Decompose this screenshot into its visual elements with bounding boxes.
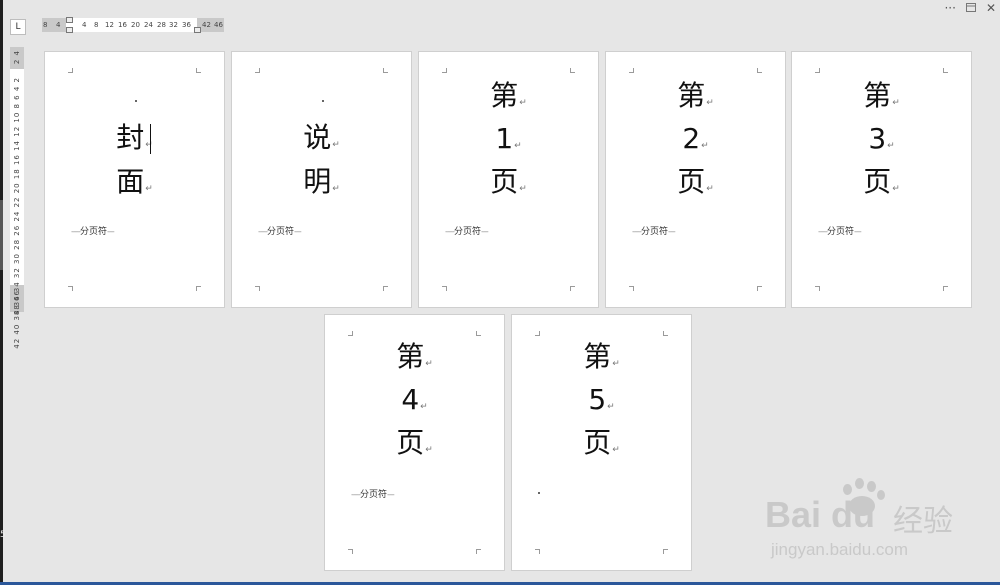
text-line[interactable]: 页↵ [325,425,504,468]
text-line[interactable]: 明↵ [232,164,411,207]
ruler-tick: 32 [169,21,178,29]
left-edge-highlight [0,200,3,270]
text-line[interactable]: 第↵ [512,339,691,382]
margin-corner-mark [663,549,668,554]
text-line[interactable]: 5↵ [512,382,691,425]
margin-corner-mark [629,68,634,73]
margin-corner-mark [476,331,481,336]
margin-corner-mark [815,286,820,291]
text-line[interactable]: 说↵ [232,120,411,163]
text-line[interactable]: 页↵ [419,164,598,207]
ruler-tick: 36 [182,21,191,29]
margin-corner-mark [943,68,948,73]
left-edge-number: 5 [0,530,6,540]
vertical-ruler[interactable]: 2 4 42 40 38 36 34 32 30 28 26 24 22 20 … [10,47,24,349]
watermark-logo-text: Bai du [765,494,876,535]
text-line[interactable]: 第↵ [419,78,598,121]
margin-corner-mark [570,68,575,73]
margin-corner-mark [629,286,634,291]
page-break-marker: ----分页符--- [632,227,676,237]
paragraph-mark [322,100,324,102]
close-icon[interactable]: ✕ [986,1,996,15]
text-line[interactable]: 2↵ [606,121,785,164]
margin-corner-mark [442,68,447,73]
vertical-ruler-top-labels: 2 4 [13,50,21,65]
ruler-tick: 16 [118,21,127,29]
layout-icon[interactable] [965,1,976,15]
page-break-marker: ----分页符--- [445,227,489,237]
ruler-tick: 8 [43,21,48,29]
page-break-marker: ----分页符--- [258,227,302,237]
page-5[interactable]: 第↵ 5↵ 页↵ [511,314,692,571]
margin-corner-mark [348,549,353,554]
ruler-tick: 28 [157,21,166,29]
ruler-tick: 8 [94,21,99,29]
left-indent-handle[interactable] [66,27,73,33]
margin-corner-mark [383,68,388,73]
page-break-marker: ----分页符--- [71,227,115,237]
margin-corner-mark [442,286,447,291]
margin-corner-mark [570,286,575,291]
page-2[interactable]: 第↵ 2↵ 页↵ ----分页符--- [605,51,786,308]
text-line[interactable]: 第↵ [325,339,504,382]
page-cover[interactable]: 封↵ 面↵ ----分页符--- [44,51,225,308]
text-line[interactable]: 第↵ [606,78,785,121]
page-3[interactable]: 第↵ 3↵ 页↵ ----分页符--- [791,51,972,308]
page-break-marker: ----分页符--- [351,490,395,500]
left-window-edge [0,0,3,585]
ruler-tick: 42 [202,21,211,29]
margin-corner-mark [383,286,388,291]
margin-corner-mark [535,549,540,554]
ruler-tick: 4 [82,21,87,29]
watermark-url: jingyan.baidu.com [771,540,909,559]
page-1[interactable]: 第↵ 1↵ 页↵ ----分页符--- [418,51,599,308]
watermark-chinese-text: 经验 [893,504,953,539]
ruler-tick: 4 [56,21,61,29]
margin-corner-mark [943,286,948,291]
margin-corner-mark [476,549,481,554]
margin-corner-mark [196,68,201,73]
margin-corner-mark [255,68,260,73]
ruler-tick: 20 [131,21,140,29]
window-controls: ··· ✕ [944,1,996,15]
margin-corner-mark [68,68,73,73]
baidu-jingyan-watermark: Bai du 经验 jingyan.baidu.com [765,478,985,568]
margin-corner-mark [757,68,762,73]
ruler-tick: 24 [144,21,153,29]
text-line[interactable]: 1↵ [419,121,598,164]
page-instructions[interactable]: 说↵ 明↵ ----分页符--- [231,51,412,308]
margin-corner-mark [196,286,201,291]
right-indent-handle[interactable] [194,27,201,33]
margin-corner-mark [255,286,260,291]
ruler-tick: 46 [214,21,223,29]
margin-corner-mark [348,331,353,336]
text-line[interactable]: 页↵ [792,164,971,207]
text-cursor [150,124,151,154]
text-line[interactable]: 3↵ [792,121,971,164]
first-line-indent-handle[interactable] [66,17,73,23]
page-break-marker: ----分页符--- [818,227,862,237]
more-icon[interactable]: ··· [944,1,955,15]
paragraph-mark [135,100,137,102]
text-line[interactable]: 4↵ [325,382,504,425]
ruler-tick: 12 [105,21,114,29]
vertical-ruler-bottom-labels: 48 46 [13,290,21,316]
margin-corner-mark [663,331,668,336]
margin-corner-mark [535,331,540,336]
text-line[interactable]: 页↵ [606,164,785,207]
margin-corner-mark [815,68,820,73]
margin-corner-mark [68,286,73,291]
horizontal-ruler[interactable]: 8 4 4 8 12 16 20 24 28 32 36 42 46 [42,17,224,33]
text-line[interactable]: 第↵ [792,78,971,121]
margin-corner-mark [757,286,762,291]
page-4[interactable]: 第↵ 4↵ 页↵ ----分页符--- [324,314,505,571]
text-line[interactable]: 面↵ [45,164,224,207]
text-line[interactable]: 页↵ [512,425,691,468]
paragraph-mark [538,492,540,494]
tab-selector[interactable]: L [10,19,26,35]
text-line[interactable]: 封↵ [45,120,224,163]
